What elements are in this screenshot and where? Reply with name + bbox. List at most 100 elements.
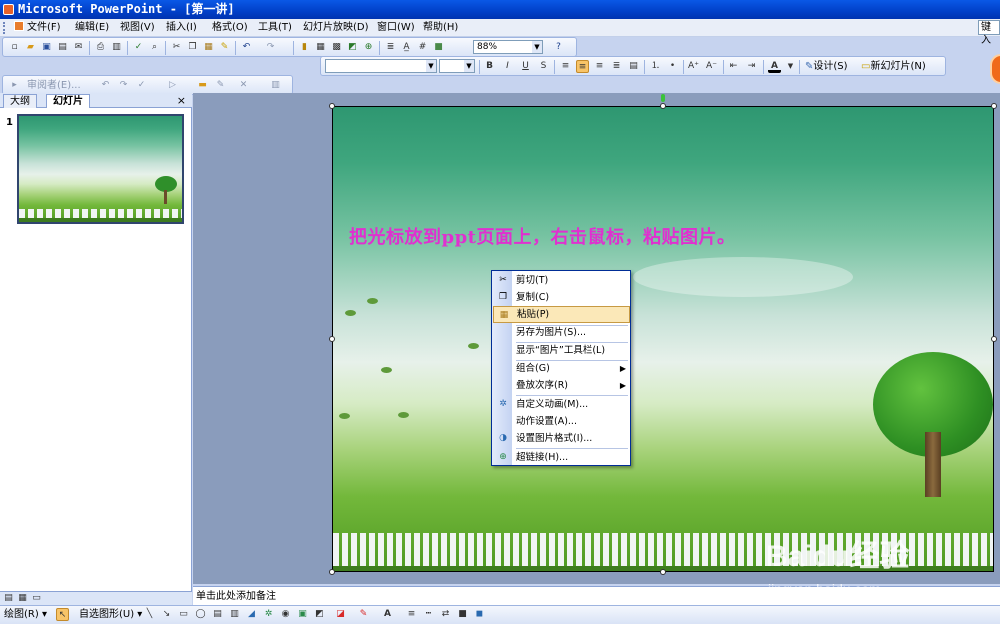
grid-icon[interactable]: #	[416, 41, 429, 54]
menu-item-show-picture-toolbar[interactable]: 显示“图片”工具栏(L)	[493, 342, 630, 359]
menu-item-hyperlink[interactable]: ⊕ 超链接(H)...	[493, 449, 630, 466]
resize-handle[interactable]	[991, 336, 997, 342]
print-preview-icon[interactable]: ▥	[110, 41, 123, 54]
line-style-icon[interactable]: ≡	[405, 608, 418, 621]
numbering-icon[interactable]: ⒈	[649, 60, 662, 73]
next-item-icon[interactable]: ↷	[117, 79, 130, 92]
textbox-icon[interactable]: ▤	[211, 608, 224, 621]
permission-icon[interactable]: ▤	[56, 41, 69, 54]
reviewing-pane-icon[interactable]: ▥	[269, 79, 282, 92]
open-icon[interactable]: ▰	[24, 41, 37, 54]
align-right-icon[interactable]: ≡	[593, 60, 606, 73]
menu-item-order[interactable]: 叠放次序(R) ▶	[493, 377, 630, 394]
menu-item-format-picture[interactable]: ◑ 设置图片格式(I)...	[493, 430, 630, 447]
undo-icon[interactable]: ↶	[240, 41, 253, 54]
copy-icon[interactable]: ❐	[186, 41, 199, 54]
menu-item-paste[interactable]: ▦ 粘贴(P)	[493, 306, 630, 323]
menu-edit[interactable]: 编辑(E)	[75, 21, 109, 35]
cut-icon[interactable]: ✂	[170, 41, 183, 54]
redo-icon[interactable]: ↷	[264, 41, 277, 54]
spelling-icon[interactable]: ✓	[132, 41, 145, 54]
rotate-handle[interactable]	[661, 94, 665, 102]
slide-sorter-icon[interactable]: ▦	[16, 592, 29, 605]
decrease-font-icon[interactable]: A⁻	[705, 60, 718, 73]
menu-slideshow[interactable]: 幻灯片放映(D)	[303, 21, 369, 35]
new-slide-button[interactable]: ▭新幻灯片(N)	[861, 60, 926, 73]
toolbar-grip[interactable]	[3, 22, 6, 34]
save-icon[interactable]: ▣	[40, 41, 53, 54]
font-name-select[interactable]: ▼	[325, 59, 437, 73]
zoom-select[interactable]: 88% ▼	[473, 40, 543, 54]
menu-item-custom-animation[interactable]: ✲ 自定义动画(M)...	[493, 396, 630, 413]
menu-tools[interactable]: 工具(T)	[258, 21, 292, 35]
slideshow-icon[interactable]: ▭	[30, 592, 43, 605]
print-icon[interactable]: ⎙	[94, 41, 107, 54]
menu-window[interactable]: 窗口(W)	[377, 21, 415, 35]
arrow-icon[interactable]: ↘	[160, 608, 173, 621]
distribute-icon[interactable]: ▤	[627, 60, 640, 73]
insert-comment-icon[interactable]: ▬	[196, 79, 209, 92]
vertical-textbox-icon[interactable]: ▥	[228, 608, 241, 621]
slide-thumbnail[interactable]	[17, 114, 184, 224]
window-title-bar[interactable]: Microsoft PowerPoint - [第一讲]	[0, 0, 1000, 19]
previous-item-icon[interactable]: ↶	[99, 79, 112, 92]
research-icon[interactable]: ⌕	[148, 41, 161, 54]
line-color-icon[interactable]: ✎	[357, 608, 370, 621]
insert-chart-icon[interactable]: ▮	[298, 41, 311, 54]
expand-all-icon[interactable]: ≣	[384, 41, 397, 54]
menu-item-action-settings[interactable]: 动作设置(A)...	[493, 413, 630, 430]
close-icon[interactable]: ×	[177, 93, 186, 108]
rectangle-icon[interactable]: ▭	[177, 608, 190, 621]
slide-caption[interactable]: 把光标放到ppt页面上，右击鼠标，粘贴图片。	[349, 223, 735, 249]
tab-outline[interactable]: 大纲	[3, 94, 37, 108]
decrease-indent-icon[interactable]: ⇤	[727, 60, 740, 73]
increase-font-icon[interactable]: A⁺	[687, 60, 700, 73]
menu-help[interactable]: 帮助(H)	[423, 21, 458, 35]
menu-item-save-as-picture[interactable]: 另存为图片(S)...	[493, 324, 630, 341]
align-center-icon[interactable]: ≡	[576, 60, 589, 73]
email-icon[interactable]: ✉	[72, 41, 85, 54]
font-color-icon[interactable]: A	[381, 608, 394, 621]
fill-color-icon[interactable]: ◪	[334, 608, 347, 621]
resize-handle[interactable]	[329, 569, 335, 575]
wordart-icon[interactable]: ◢	[245, 608, 258, 621]
insert-picture-icon[interactable]: ◩	[346, 41, 359, 54]
diagram-icon[interactable]: ✲	[262, 608, 275, 621]
justify-icon[interactable]: ≣	[610, 60, 623, 73]
shadow-button[interactable]: S	[537, 60, 550, 73]
shadow-style-icon[interactable]: ■	[456, 608, 469, 621]
clipart-icon[interactable]: ◉	[279, 608, 292, 621]
menu-view[interactable]: 视图(V)	[120, 21, 155, 35]
underline-button[interactable]: U	[519, 60, 532, 73]
unapply-change-icon[interactable]: ▷	[166, 79, 179, 92]
dash-style-icon[interactable]: ┅	[422, 608, 435, 621]
picture-icon[interactable]: ◩	[313, 608, 326, 621]
apply-change-icon[interactable]: ✓	[135, 79, 148, 92]
3d-style-icon[interactable]: ◼	[473, 608, 486, 621]
select-objects-icon[interactable]: ↖	[56, 608, 69, 621]
menu-item-cut[interactable]: ✂ 剪切(T)	[493, 272, 630, 289]
slide-canvas[interactable]	[332, 106, 994, 572]
menu-file[interactable]: 文件(F)	[14, 21, 61, 35]
format-painter-icon[interactable]: ✎	[218, 41, 231, 54]
tables-borders-icon[interactable]: ▩	[330, 41, 343, 54]
bold-button[interactable]: B	[483, 60, 496, 73]
hyperlink-icon[interactable]: ⊕	[362, 41, 375, 54]
color-grayscale-icon[interactable]: ■	[432, 41, 445, 54]
increase-indent-icon[interactable]: ⇥	[745, 60, 758, 73]
picture-icon[interactable]: ▣	[296, 608, 309, 621]
resize-handle[interactable]	[329, 103, 335, 109]
resize-handle[interactable]	[660, 569, 666, 575]
resize-handle[interactable]	[991, 103, 997, 109]
menu-item-group[interactable]: 组合(G) ▶	[493, 360, 630, 377]
resize-handle[interactable]	[660, 103, 666, 109]
menu-insert[interactable]: 插入(I)	[166, 21, 197, 35]
font-color-button[interactable]: A	[768, 60, 781, 73]
reviewer-button[interactable]: 审阅者(E)...	[27, 79, 81, 92]
bullets-icon[interactable]: •	[666, 60, 679, 73]
resize-handle[interactable]	[329, 336, 335, 342]
autoshapes-menu-button[interactable]: 自选图形(U) ▾	[79, 608, 142, 621]
new-icon[interactable]: ▫	[8, 41, 21, 54]
tab-slides[interactable]: 幻灯片	[46, 94, 90, 108]
arrow-style-icon[interactable]: ⇄	[439, 608, 452, 621]
